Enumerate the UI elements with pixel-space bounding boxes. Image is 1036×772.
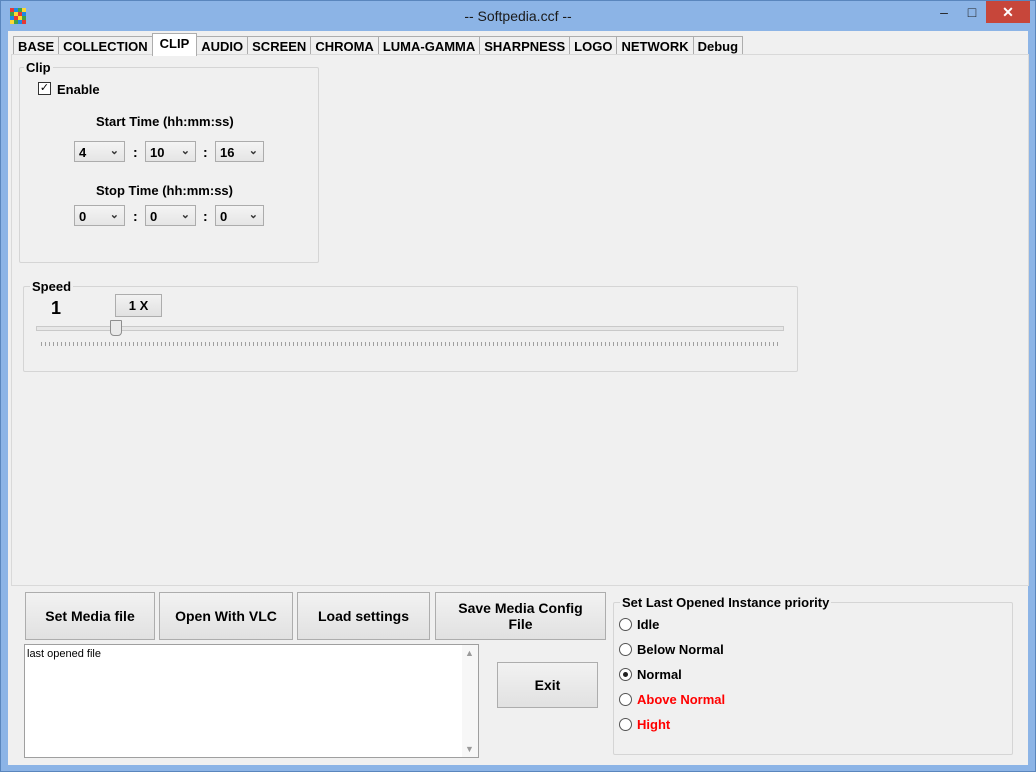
chevron-down-icon: ⌄: [180, 145, 190, 157]
scroll-down-icon[interactable]: ▼: [465, 744, 474, 754]
stop-hours-select[interactable]: 0 ⌄: [74, 205, 125, 226]
speed-group-title: Speed: [30, 279, 74, 294]
chevron-down-icon: ⌄: [109, 209, 119, 221]
stop-minutes-select[interactable]: 0 ⌄: [145, 205, 196, 226]
speed-value: 1: [51, 298, 62, 318]
chevron-down-icon: ⌄: [248, 209, 258, 221]
open-with-vlc-button[interactable]: Open With VLC: [159, 592, 293, 640]
bottom-panel: Set Media file Open With VLC Load settin…: [11, 588, 1027, 764]
slider-ticks: [41, 342, 779, 346]
main-window: -- Softpedia.ccf -- – □ ✕ BASE COLLECTIO…: [0, 0, 1036, 772]
tab-chroma[interactable]: CHROMA: [310, 36, 379, 56]
start-seconds-select[interactable]: 16 ⌄: [215, 141, 264, 162]
radio-normal-label: Normal: [637, 667, 682, 682]
time-separator: :: [203, 144, 208, 160]
slider-track: [36, 326, 784, 331]
tab-debug[interactable]: Debug: [692, 36, 744, 56]
speed-multiplier-button[interactable]: 1 X: [115, 294, 162, 317]
clip-group-title: Clip: [24, 60, 53, 75]
radio-idle[interactable]: [619, 618, 632, 631]
radio-above-normal[interactable]: [619, 693, 632, 706]
client-area: BASE COLLECTION CLIP AUDIO SCREEN CHROMA…: [8, 31, 1029, 765]
minimize-button[interactable]: –: [933, 1, 955, 23]
tab-base[interactable]: BASE: [13, 36, 60, 56]
stop-time-label: Stop Time (hh:mm:ss): [96, 183, 233, 198]
start-hours-select[interactable]: 4 ⌄: [74, 141, 125, 162]
tab-sharpness[interactable]: SHARPNESS: [479, 36, 571, 56]
tab-collection[interactable]: COLLECTION: [58, 36, 153, 56]
radio-below-normal[interactable]: [619, 643, 632, 656]
log-scrollbar[interactable]: ▲ ▼: [462, 645, 478, 757]
tab-luma-gamma[interactable]: LUMA-GAMMA: [377, 36, 481, 56]
tab-screen[interactable]: SCREEN: [247, 36, 312, 56]
enable-checkbox[interactable]: ✓: [38, 82, 51, 95]
title-bar[interactable]: -- Softpedia.ccf -- – □ ✕: [1, 1, 1035, 31]
time-separator: :: [133, 144, 138, 160]
start-minutes-select[interactable]: 10 ⌄: [145, 141, 196, 162]
radio-idle-label: Idle: [637, 617, 660, 632]
window-title: -- Softpedia.ccf --: [464, 8, 572, 24]
chevron-down-icon: ⌄: [180, 209, 190, 221]
radio-above-normal-label: Above Normal: [637, 692, 726, 707]
priority-group-title: Set Last Opened Instance priority: [620, 595, 832, 610]
load-settings-button[interactable]: Load settings: [297, 592, 430, 640]
chevron-down-icon: ⌄: [248, 145, 258, 157]
time-separator: :: [203, 208, 208, 224]
exit-button[interactable]: Exit: [497, 662, 598, 708]
log-text: last opened file: [27, 648, 101, 660]
scroll-up-icon[interactable]: ▲: [465, 648, 474, 658]
stop-seconds-select[interactable]: 0 ⌄: [215, 205, 264, 226]
enable-label: Enable: [57, 82, 100, 97]
checkmark-icon: ✓: [39, 82, 50, 94]
set-media-file-button[interactable]: Set Media file: [25, 592, 155, 640]
close-button[interactable]: ✕: [986, 1, 1030, 23]
chevron-down-icon: ⌄: [109, 145, 119, 157]
radio-below-normal-label: Below Normal: [637, 642, 724, 657]
start-time-label: Start Time (hh:mm:ss): [96, 114, 234, 129]
clip-tab-page: Clip ✓ Enable Start Time (hh:mm:ss) 4 ⌄ :…: [11, 54, 1029, 586]
tab-network[interactable]: NETWORK: [616, 36, 694, 56]
tab-clip[interactable]: CLIP: [151, 33, 198, 56]
radio-hight[interactable]: [619, 718, 632, 731]
speed-slider[interactable]: [36, 320, 784, 350]
tab-audio[interactable]: AUDIO: [196, 36, 249, 56]
tab-strip: BASE COLLECTION CLIP AUDIO SCREEN CHROMA…: [13, 33, 744, 56]
tab-logo[interactable]: LOGO: [569, 36, 618, 56]
radio-normal[interactable]: [619, 668, 632, 681]
time-separator: :: [133, 208, 138, 224]
save-media-config-button[interactable]: Save Media Config File: [435, 592, 606, 640]
slider-thumb[interactable]: [110, 320, 122, 336]
log-textbox[interactable]: last opened file ▲ ▼: [24, 644, 479, 758]
radio-hight-label: Hight: [637, 717, 671, 732]
maximize-button[interactable]: □: [961, 1, 983, 23]
